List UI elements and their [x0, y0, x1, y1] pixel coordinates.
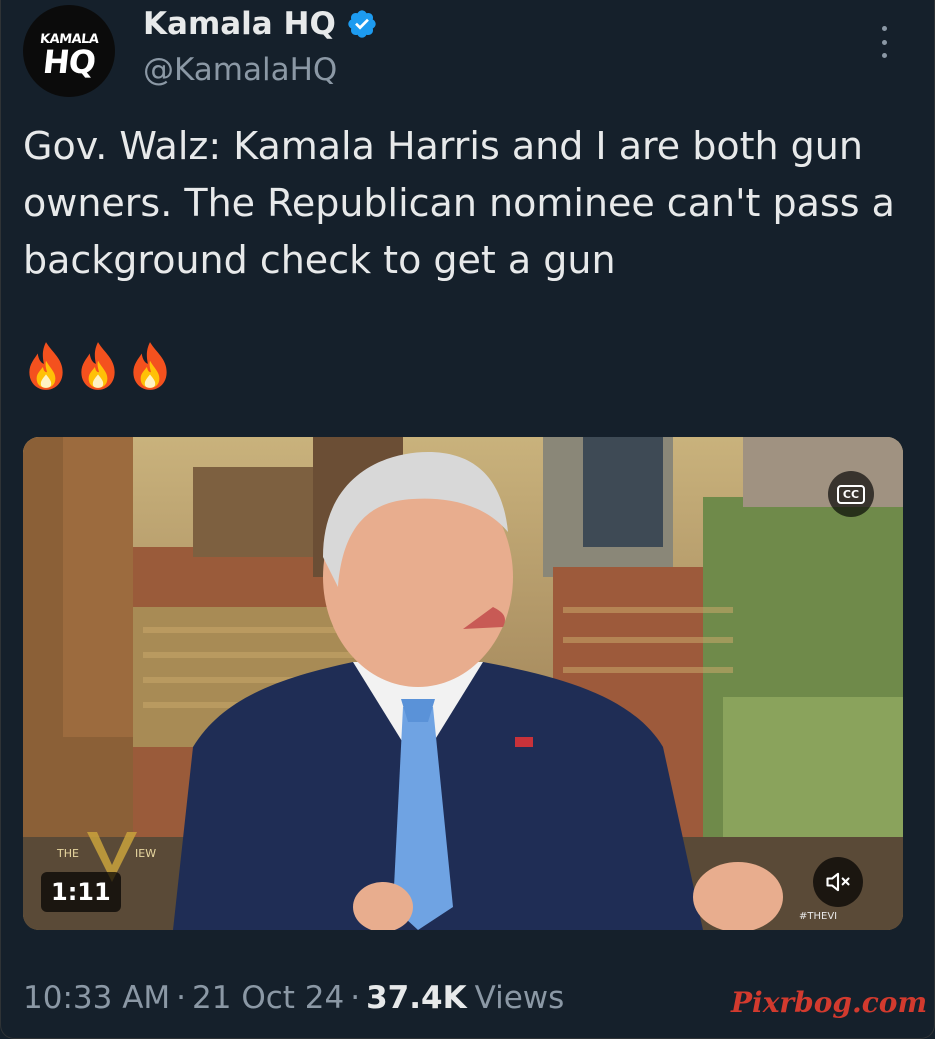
- separator: ·: [176, 980, 187, 1016]
- mute-button[interactable]: [813, 857, 863, 907]
- tweet-date[interactable]: 21 Oct 24: [192, 980, 344, 1016]
- avatar-bottom-text: HQ: [41, 42, 97, 81]
- fire-emoji: [29, 342, 63, 390]
- closed-captions-button[interactable]: CC: [828, 471, 874, 517]
- fire-emoji: [81, 342, 115, 390]
- author-handle[interactable]: @KamalaHQ: [143, 52, 337, 88]
- avatar[interactable]: KAMALA HQ: [23, 5, 115, 97]
- tweet-meta: 10:33 AM · 21 Oct 24 · 37.4K Views: [23, 980, 564, 1016]
- separator: ·: [350, 980, 361, 1016]
- video-player[interactable]: CC THE IEW 1:11 #THEVI: [23, 437, 903, 930]
- author-name-row: Kamala HQ: [143, 6, 378, 42]
- more-options-icon[interactable]: [869, 26, 899, 58]
- tweet-text: Gov. Walz: Kamala Harris and I are both …: [23, 124, 895, 282]
- watermark: Pixrbog.com: [731, 986, 928, 1019]
- speaker-muted-icon: [826, 872, 850, 892]
- emoji-row: [25, 340, 171, 392]
- logo-left-text: THE: [57, 847, 79, 860]
- tweet-time[interactable]: 10:33 AM: [23, 980, 170, 1016]
- fire-emoji: [133, 342, 167, 390]
- views-label: Views: [474, 980, 565, 1016]
- logo-right-text: IEW: [135, 847, 157, 860]
- verified-badge-icon: [348, 10, 376, 38]
- views-count: 37.4K: [366, 980, 467, 1016]
- author-name[interactable]: Kamala HQ: [143, 6, 336, 42]
- network-tag: #THEVI: [799, 911, 838, 922]
- video-duration: 1:11: [41, 872, 121, 912]
- cc-icon: CC: [836, 484, 866, 504]
- tweet-card: KAMALA HQ Kamala HQ @KamalaHQ Gov. Walz:…: [0, 0, 935, 1039]
